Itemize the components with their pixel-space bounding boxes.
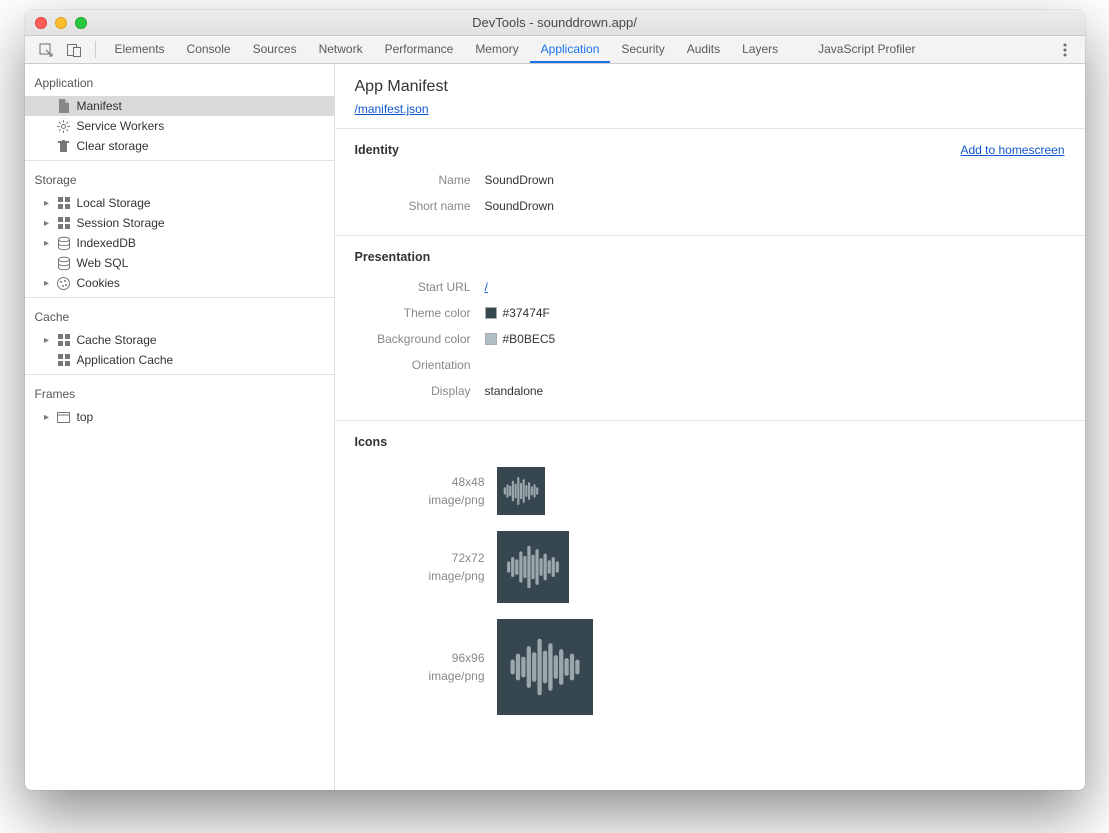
sidebar-item-label: IndexedDB	[77, 236, 136, 250]
tab-network[interactable]: Network	[308, 36, 374, 63]
theme-color-swatch	[485, 307, 497, 319]
name-label: Name	[355, 173, 485, 187]
sidebar-item-label: Manifest	[77, 99, 122, 113]
name-value: SoundDrown	[485, 173, 554, 187]
theme-color-value: #37474F	[503, 306, 550, 320]
sidebar-item-web-sql[interactable]: Web SQL	[25, 253, 334, 273]
orientation-label: Orientation	[355, 358, 485, 372]
app-icon	[497, 467, 545, 515]
frame-icon	[57, 410, 71, 424]
caret-icon: ▸	[43, 335, 51, 346]
manifest-link[interactable]: /manifest.json	[355, 102, 429, 116]
sidebar-item-label: Clear storage	[77, 139, 149, 153]
separator	[95, 41, 96, 58]
tab-security[interactable]: Security	[610, 36, 675, 63]
caret-icon: ▸	[43, 198, 51, 209]
sidebar-item-cache-storage[interactable]: ▸ Cache Storage	[25, 330, 334, 350]
icon-row: 72x72image/png	[355, 523, 1065, 611]
sidebar-section-storage: Storage	[25, 165, 334, 193]
icons-title: Icons	[355, 435, 388, 449]
icon-row: 48x48image/png	[355, 459, 1065, 523]
grid-icon	[57, 196, 71, 210]
icon-meta: 96x96image/png	[355, 649, 485, 685]
icon-row: 96x96image/png	[355, 611, 1065, 723]
background-color-value: #B0BEC5	[503, 332, 556, 346]
gear-icon	[57, 119, 71, 133]
app-icon	[497, 531, 569, 603]
more-options-icon[interactable]	[1053, 36, 1077, 63]
sidebar-item-label: Cache Storage	[77, 333, 157, 347]
start-url-label: Start URL	[355, 280, 485, 294]
app-icon	[497, 619, 593, 715]
add-to-homescreen-link[interactable]: Add to homescreen	[960, 143, 1064, 157]
background-color-label: Background color	[355, 332, 485, 346]
tab-javascript-profiler[interactable]: JavaScript Profiler	[807, 36, 926, 63]
tab-sources[interactable]: Sources	[242, 36, 308, 63]
db-icon	[57, 256, 71, 270]
sidebar-section-cache: Cache	[25, 302, 334, 330]
cookie-icon	[57, 276, 71, 290]
sidebar-item-label: Service Workers	[77, 119, 165, 133]
tab-audits[interactable]: Audits	[676, 36, 731, 63]
tab-memory[interactable]: Memory	[464, 36, 529, 63]
start-url-value[interactable]: /	[485, 280, 488, 294]
display-label: Display	[355, 384, 485, 398]
titlebar: DevTools - sounddrown.app/	[25, 10, 1085, 36]
file-icon	[57, 99, 71, 113]
sidebar-section-frames: Frames	[25, 379, 334, 407]
icon-meta: 72x72image/png	[355, 549, 485, 585]
sidebar-item-manifest[interactable]: Manifest	[25, 96, 334, 116]
grid-icon	[57, 333, 71, 347]
sidebar-section-application: Application	[25, 68, 334, 96]
page-title: App Manifest	[355, 78, 1065, 96]
device-toolbar-icon[interactable]	[61, 36, 87, 63]
identity-title: Identity	[355, 143, 399, 157]
presentation-section: Presentation Start URL / Theme color #37…	[335, 235, 1085, 420]
theme-color-label: Theme color	[355, 306, 485, 320]
tab-console[interactable]: Console	[176, 36, 242, 63]
identity-section: Identity Add to homescreen Name SoundDro…	[335, 128, 1085, 235]
caret-icon: ▸	[43, 412, 51, 423]
icon-meta: 48x48image/png	[355, 473, 485, 509]
sidebar-item-top[interactable]: ▸ top	[25, 407, 334, 427]
sidebar-item-label: Application Cache	[77, 353, 174, 367]
manifest-panel: App Manifest /manifest.json Identity Add…	[335, 64, 1085, 790]
sidebar-item-label: Web SQL	[77, 256, 129, 270]
sidebar-item-label: Session Storage	[77, 216, 165, 230]
presentation-title: Presentation	[355, 250, 431, 264]
caret-icon: ▸	[43, 278, 51, 289]
window-title: DevTools - sounddrown.app/	[25, 15, 1085, 30]
sidebar-item-local-storage[interactable]: ▸ Local Storage	[25, 193, 334, 213]
trash-icon	[57, 139, 71, 153]
sidebar-item-label: Cookies	[77, 276, 120, 290]
icons-section: Icons 48x48image/png 72x72image/png 96x96i…	[335, 420, 1085, 739]
sidebar-item-application-cache[interactable]: Application Cache	[25, 350, 334, 370]
display-value: standalone	[485, 384, 544, 398]
short-name-value: SoundDrown	[485, 199, 554, 213]
sidebar-item-clear-storage[interactable]: Clear storage	[25, 136, 334, 156]
sidebar-item-cookies[interactable]: ▸ Cookies	[25, 273, 334, 293]
inspect-element-icon[interactable]	[33, 36, 59, 63]
db-icon	[57, 236, 71, 250]
tab-layers[interactable]: Layers	[731, 36, 789, 63]
application-sidebar: Application Manifest Service Workers Clear …	[25, 64, 335, 790]
background-color-swatch	[485, 333, 497, 345]
sidebar-item-session-storage[interactable]: ▸ Session Storage	[25, 213, 334, 233]
caret-icon: ▸	[43, 238, 51, 249]
panel-tabs: ElementsConsoleSourcesNetworkPerformance…	[25, 36, 1085, 64]
sidebar-item-label: top	[77, 410, 94, 424]
grid-icon	[57, 216, 71, 230]
short-name-label: Short name	[355, 199, 485, 213]
sidebar-item-service-workers[interactable]: Service Workers	[25, 116, 334, 136]
devtools-window: DevTools - sounddrown.app/ ElementsConso…	[25, 10, 1085, 790]
tab-application[interactable]: Application	[530, 36, 611, 63]
sidebar-item-label: Local Storage	[77, 196, 151, 210]
grid-icon	[57, 353, 71, 367]
tab-elements[interactable]: Elements	[104, 36, 176, 63]
caret-icon: ▸	[43, 218, 51, 229]
sidebar-item-indexeddb[interactable]: ▸ IndexedDB	[25, 233, 334, 253]
tab-performance[interactable]: Performance	[374, 36, 465, 63]
